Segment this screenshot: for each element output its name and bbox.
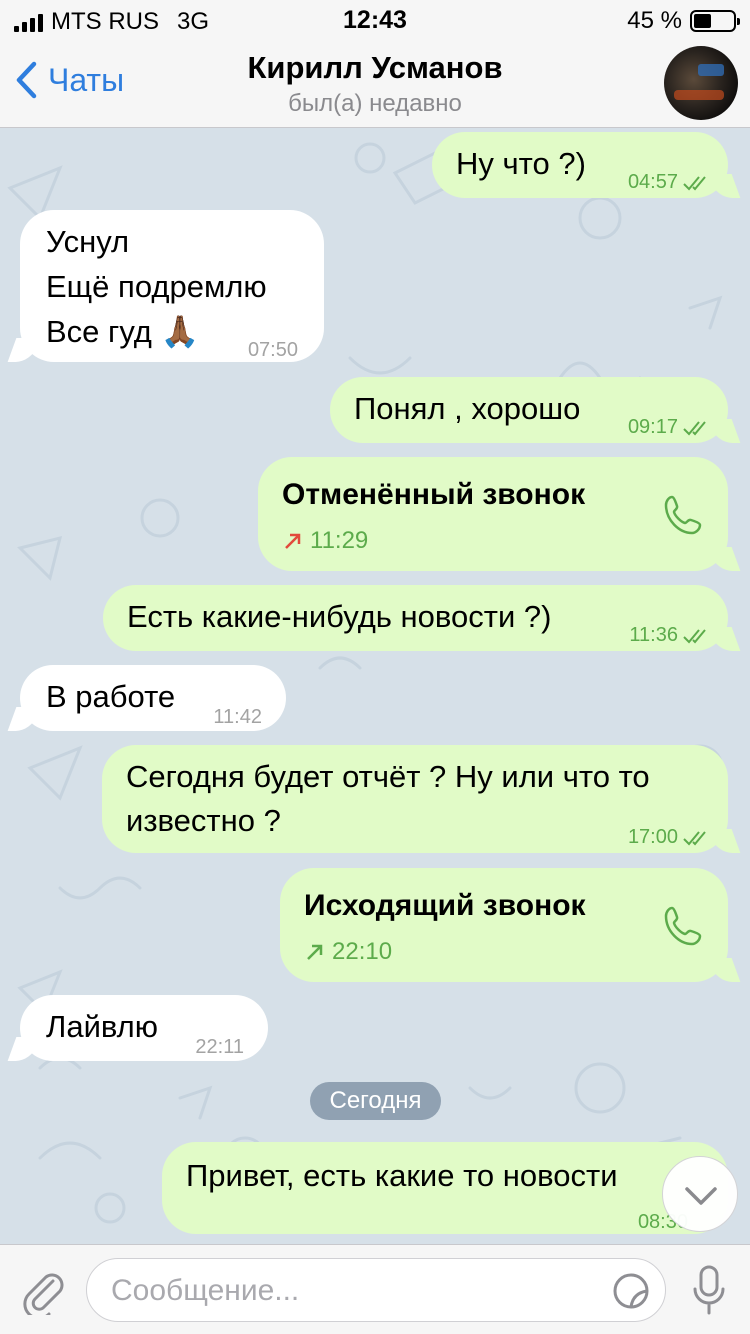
call-bubble-cancelled[interactable]: Отменённый звонок 11:29 [258, 457, 728, 571]
message-time: 07:50 [247, 339, 298, 361]
battery-fill [694, 14, 711, 28]
message-time: 04:57 [628, 160, 710, 204]
message-bubble-outgoing[interactable]: Сегодня будет отчёт ? Ну или что то изве… [102, 745, 728, 853]
message-time: 11:42 [213, 706, 262, 728]
time-text: 09:17 [627, 416, 678, 438]
message-text-line: Сегодня будет отчёт ? Ну или что то [126, 759, 650, 794]
double-check-icon [683, 831, 706, 846]
outgoing-arrow-icon [307, 944, 323, 960]
battery-percent: 45 % [627, 7, 682, 34]
message-text: Понял , хорошо [354, 391, 581, 426]
message-time: 22:11 [195, 1036, 244, 1058]
contact-name[interactable]: Кирилл Усманов [0, 50, 750, 86]
message-bubble-outgoing[interactable]: Есть какие-нибудь новости ?) 11:36 [103, 585, 728, 651]
message-input[interactable] [111, 1271, 591, 1311]
call-time: 11:29 [282, 519, 368, 563]
battery-icon [690, 10, 740, 32]
message-bubble-outgoing[interactable]: Ну что ?) 04:57 [432, 132, 728, 198]
message-text-line: известно ? [126, 803, 281, 838]
status-bar: MTS RUS 3G 12:43 45 % [0, 0, 750, 40]
chat-header: Чаты Кирилл Усманов был(а) недавно [0, 40, 750, 128]
message-text-line: Уснул [46, 224, 130, 259]
message-text: Привет, есть какие то новости [186, 1158, 618, 1193]
paperclip-icon[interactable] [20, 1265, 66, 1315]
message-time: 09:17 [628, 405, 710, 449]
time-text: 04:57 [627, 171, 678, 193]
sticker-icon[interactable] [611, 1271, 651, 1311]
chevron-down-icon [685, 1187, 717, 1205]
message-bubble-outgoing[interactable]: Понял , хорошо 09:17 [330, 377, 728, 443]
message-text: Есть какие-нибудь новости ?) [127, 599, 552, 634]
message-text-line: Все гуд 🙏🏾 [46, 314, 200, 349]
call-title: Отменённый звонок [282, 478, 586, 511]
date-separator: Сегодня [310, 1082, 441, 1120]
message-text: В работе [46, 679, 176, 714]
message-text: Лайвлю [46, 1009, 158, 1044]
chat-area[interactable]: Ну что ?) 04:57 Уснул Ещё подремлю Все г… [0, 128, 750, 1244]
message-input-bar [0, 1244, 750, 1334]
time-text: 17:00 [627, 826, 678, 848]
phone-icon[interactable] [662, 904, 706, 948]
double-check-icon [683, 629, 706, 644]
contact-status: был(а) недавно [288, 90, 462, 117]
message-text-line: Ещё подремлю [46, 269, 267, 304]
message-bubble-incoming[interactable]: Лайвлю 22:11 [20, 995, 268, 1061]
call-title: Исходящий звонок [304, 889, 586, 922]
microphone-icon[interactable] [692, 1265, 726, 1317]
scroll-to-bottom-button[interactable] [662, 1156, 738, 1232]
double-check-icon [683, 421, 706, 436]
message-bubble-outgoing[interactable]: Привет, есть какие то новости 08:30 [162, 1142, 728, 1234]
call-time-text: 11:29 [310, 527, 369, 554]
message-bubble-incoming[interactable]: Уснул Ещё подремлю Все гуд 🙏🏾 07:50 [20, 210, 324, 362]
double-check-icon [683, 176, 706, 191]
outgoing-arrow-icon [285, 533, 301, 549]
message-field[interactable] [86, 1258, 666, 1322]
time-text: 11:36 [629, 624, 678, 646]
call-bubble-outgoing[interactable]: Исходящий звонок 22:10 [280, 868, 728, 982]
message-bubble-incoming[interactable]: В работе 11:42 [20, 665, 286, 731]
call-time-text: 22:10 [332, 938, 393, 965]
call-time: 22:10 [304, 930, 392, 974]
avatar[interactable] [664, 46, 738, 120]
message-text: Ну что ?) [456, 146, 586, 181]
status-right: 45 % [627, 7, 740, 35]
message-time: 11:36 [629, 613, 710, 657]
message-time: 17:00 [628, 815, 710, 859]
phone-icon[interactable] [662, 493, 706, 537]
